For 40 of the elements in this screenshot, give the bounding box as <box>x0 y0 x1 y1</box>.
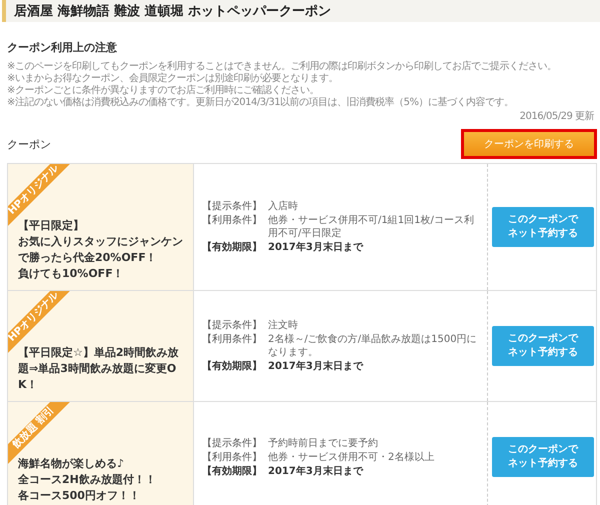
print-button[interactable]: クーポンを印刷する <box>461 129 597 159</box>
notice-text: ※注記のない価格は消費税込みの価格です。更新日が2014/3/31以前の項目は、旧消費税率（5%）に基づく内容です。 <box>7 97 515 109</box>
coupon-title: お気に入りスタッフにジャンケン <box>18 234 184 250</box>
condition-label: 【有効期限】 <box>202 241 262 254</box>
coupon-title: 各コース500円オフ！！ <box>18 488 141 504</box>
coupon-title: K！ <box>18 377 39 393</box>
coupon-title: 【平日限定】 <box>18 218 85 234</box>
coupon-title: 【平日限定☆】単品2時間飲み放 <box>18 345 180 361</box>
coupon-title: で勝ったら代金20%OFF！ <box>18 250 158 266</box>
condition-label: 【提示条件】 <box>202 319 262 332</box>
notice-heading: クーポン利用上の注意 <box>7 40 118 55</box>
coupon-title: 全コース2H飲み放題付！！ <box>18 472 157 488</box>
condition-value: 2017年3月末日まで <box>268 464 364 478</box>
notice-text: ※クーポンごとに条件が異なりますのでお店ご利用時にご確認ください。 <box>7 85 320 96</box>
condition-value: 2017年3月末日まで <box>268 360 364 373</box>
reserve-button[interactable]: このクーポンで ネット予約する <box>492 437 594 477</box>
notice-text: ※いまからお得なクーポン、会員限定クーポンは別途印刷が必要となります。 <box>7 73 339 84</box>
condition-label: 【提示条件】 <box>202 200 262 213</box>
condition-value: 2名様～/ご飲食の方/単品飲み放題は1500円になります。 <box>268 333 478 359</box>
coupon-title: 題⇒単品3時間飲み放題に変更O <box>18 361 178 377</box>
condition-label: 【利用条件】 <box>202 450 262 464</box>
condition-label: 【有効期限】 <box>202 360 262 373</box>
condition-value: 他券・サービス併用不可/1組1回1枚/コース利用不可/平日限定 <box>268 214 475 240</box>
notice-text: ※このページを印刷してもクーポンを利用することはできません。ご利用の際は印刷ボタンから印刷してお店でご提示ください。 <box>7 61 558 72</box>
condition-label: 【提示条件】 <box>202 436 262 450</box>
reserve-button[interactable]: このクーポンで ネット予約する <box>492 207 594 247</box>
condition-value: 注文時 <box>268 319 299 332</box>
page-title: 居酒屋 海鮮物語 難波 道頓堀 ホットペッパークーポン <box>14 3 332 20</box>
updated-date: 2016/05/29 更新 <box>518 110 594 123</box>
condition-value: 入店時 <box>268 200 299 213</box>
coupon-title: 負けても10%OFF！ <box>18 266 125 282</box>
condition-value: 予約時前日までに要予約 <box>268 436 379 450</box>
section-title: クーポン <box>7 136 51 152</box>
reserve-button[interactable]: このクーポンで ネット予約する <box>492 326 594 366</box>
condition-value: 2017年3月末日まで <box>268 241 364 254</box>
condition-value: 他券・サービス併用不可・2名様以上 <box>268 450 434 464</box>
condition-label: 【利用条件】 <box>202 333 262 347</box>
coupon-title: 海鮮名物が楽しめる♪ <box>18 456 126 472</box>
condition-label: 【利用条件】 <box>202 214 262 228</box>
condition-label: 【有効期限】 <box>202 464 262 478</box>
